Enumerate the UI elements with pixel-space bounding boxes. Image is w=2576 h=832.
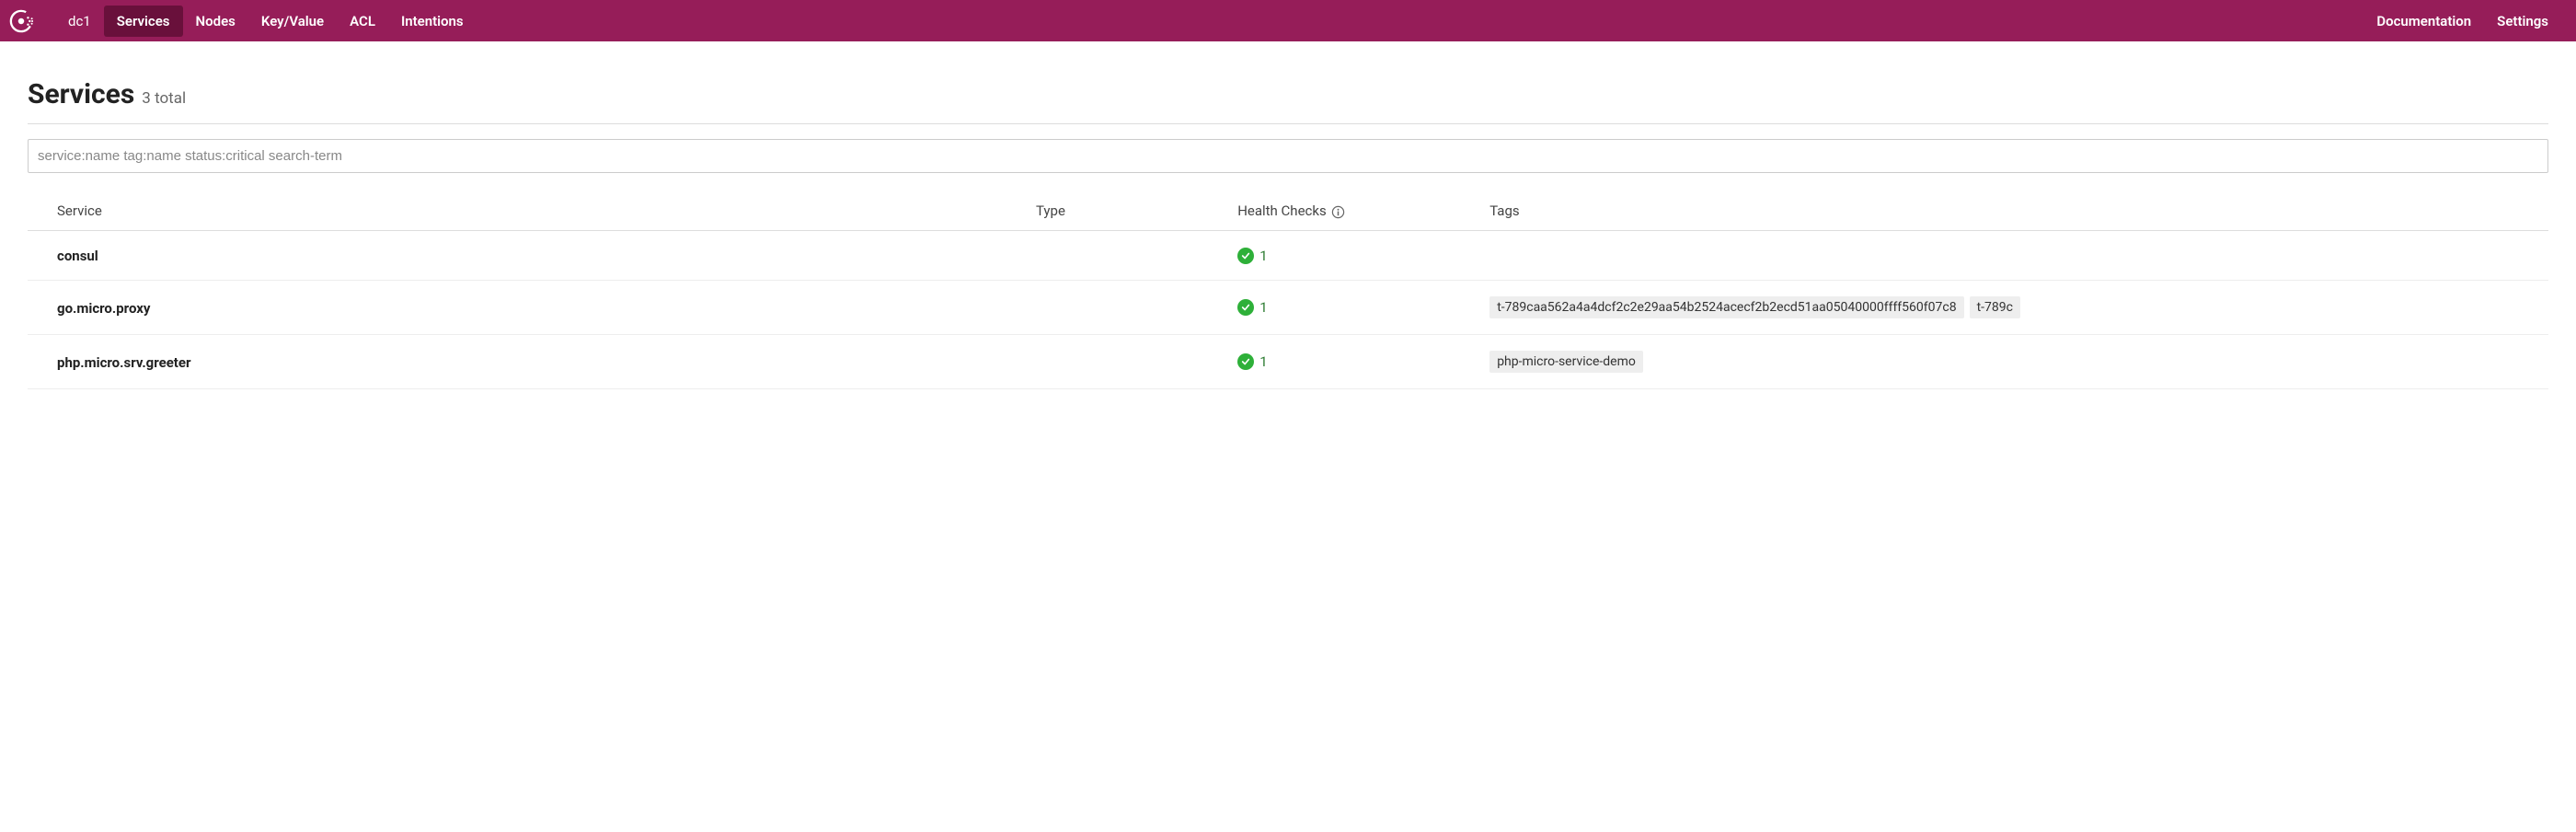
service-type [1036,231,1237,281]
nav-left-group: dc1 Services Nodes Key/Value ACL Intenti… [55,6,477,37]
info-icon[interactable] [1331,205,1345,219]
nav-tab-intentions[interactable]: Intentions [388,6,477,37]
search-container [28,139,2548,173]
consul-logo-icon [9,9,33,33]
check-passing-icon [1237,299,1254,316]
nav-tab-nodes[interactable]: Nodes [183,6,248,37]
datacenter-selector[interactable]: dc1 [55,6,104,37]
column-header-health[interactable]: Health Checks [1237,191,1489,231]
service-name[interactable]: consul [57,248,98,264]
services-table: Service Type Health Checks Tags consul1g… [28,191,2548,389]
health-passing-count: 1 [1259,353,1267,370]
health-status: 1 [1237,353,1489,370]
tag[interactable]: t-789caa562a4a4dcf2c2e29aa54b2524acecf2b… [1489,296,1963,318]
page-title: Services [28,78,134,110]
table-row[interactable]: consul 1 [28,231,2548,281]
check-passing-icon [1237,353,1254,370]
main-content: Services 3 total Service Type Health Che… [0,41,2576,389]
tags-container: php-micro-service-demo [1489,351,2548,373]
table-header-row: Service Type Health Checks Tags [28,191,2548,231]
table-row[interactable]: php.micro.srv.greeter 1 php-micro-service-… [28,335,2548,389]
service-type [1036,281,1237,335]
tag[interactable]: t-789c [1970,296,2020,318]
service-name[interactable]: go.micro.proxy [57,300,150,317]
nav-tab-keyvalue[interactable]: Key/Value [248,6,337,37]
page-header: Services 3 total [28,78,2548,124]
nav-tab-services[interactable]: Services [104,6,183,37]
check-passing-icon [1237,248,1254,264]
tags-container: t-789caa562a4a4dcf2c2e29aa54b2524acecf2b… [1489,296,2548,318]
search-input[interactable] [28,139,2548,173]
health-passing-count: 1 [1259,299,1267,316]
column-header-tags[interactable]: Tags [1489,191,2548,231]
health-status: 1 [1237,248,1489,264]
tag[interactable]: php-micro-service-demo [1489,351,1643,373]
page-subtitle: 3 total [142,89,186,108]
table-row[interactable]: go.micro.proxy 1 t-789caa562a4a4dcf2c2e29a… [28,281,2548,335]
health-passing-count: 1 [1259,248,1267,264]
column-header-health-label: Health Checks [1237,202,1327,219]
health-status: 1 [1237,299,1489,316]
nav-tab-acl[interactable]: ACL [337,6,388,37]
column-header-type[interactable]: Type [1036,191,1237,231]
column-header-service[interactable]: Service [28,191,1036,231]
nav-right-group: Documentation Settings [2363,6,2561,37]
service-type [1036,335,1237,389]
service-name[interactable]: php.micro.srv.greeter [57,354,190,371]
nav-link-documentation[interactable]: Documentation [2363,6,2484,37]
top-navigation: dc1 Services Nodes Key/Value ACL Intenti… [0,0,2576,41]
nav-link-settings[interactable]: Settings [2484,6,2561,37]
